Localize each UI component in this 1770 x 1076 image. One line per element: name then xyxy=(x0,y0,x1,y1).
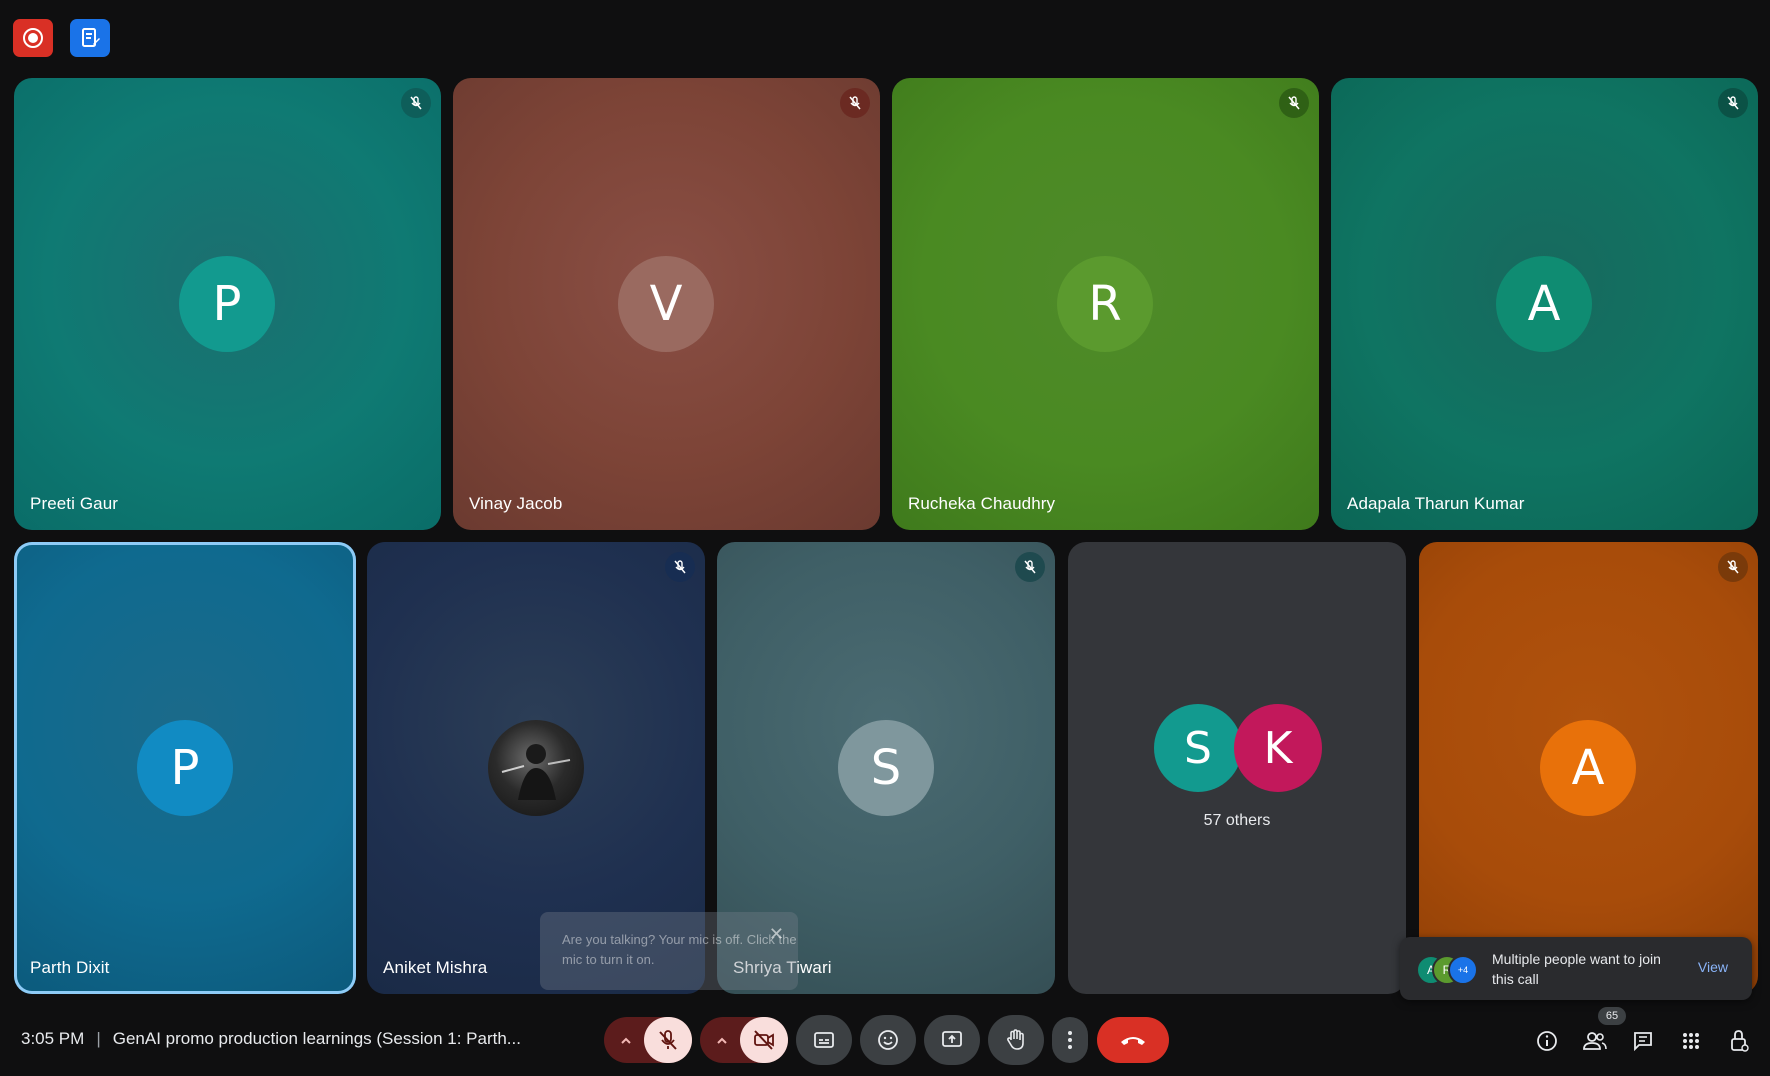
record-icon[interactable] xyxy=(13,19,53,57)
end-call-icon[interactable] xyxy=(1097,1017,1169,1063)
participant-name: Rucheka Chaudhry xyxy=(908,494,1056,513)
separator: | xyxy=(96,1029,101,1048)
top-bar xyxy=(0,0,1770,75)
mic-off-icon xyxy=(1718,552,1748,582)
avatar: +4 xyxy=(1448,955,1478,985)
mic-off-icon[interactable] xyxy=(644,1017,692,1063)
view-button[interactable]: View xyxy=(1698,959,1728,975)
toast-message: Multiple people want to join this call xyxy=(1492,951,1661,987)
others-count: 57 others xyxy=(1203,812,1271,829)
activities-grid-icon[interactable] xyxy=(1675,1025,1707,1057)
meeting-time: 3:05 PM xyxy=(21,1029,85,1048)
avatar: A xyxy=(1496,256,1592,352)
people-count-badge: 65 xyxy=(1598,1007,1626,1025)
captions-icon[interactable] xyxy=(796,1015,852,1065)
participant-tile[interactable]: V Vinay Jacob xyxy=(453,78,880,530)
avatar: S xyxy=(1154,704,1242,792)
mic-off-tooltip: Are you talking? Your mic is off. Click … xyxy=(540,912,798,990)
participant-tile[interactable]: R Rucheka Chaudhry xyxy=(892,78,1319,530)
join-request-toast: A R +4 Multiple people want to join this… xyxy=(1400,937,1752,1000)
people-icon[interactable] xyxy=(1579,1025,1611,1057)
mic-off-icon xyxy=(1718,88,1748,118)
emoji-icon[interactable] xyxy=(860,1015,916,1065)
more-options-icon[interactable] xyxy=(1052,1017,1088,1063)
meeting-info-icon[interactable] xyxy=(1531,1025,1563,1057)
host-controls-lock-icon[interactable] xyxy=(1723,1025,1755,1057)
notes-icon[interactable] xyxy=(70,19,110,57)
avatar-photo xyxy=(488,720,584,816)
participant-name: Adapala Tharun Kumar xyxy=(1347,494,1525,513)
mic-off-icon xyxy=(840,88,870,118)
participant-name: Vinay Jacob xyxy=(469,494,563,513)
participant-name: Parth Dixit xyxy=(30,958,110,977)
raise-hand-icon[interactable] xyxy=(988,1015,1044,1065)
mic-off-icon xyxy=(1015,552,1045,582)
avatar: S xyxy=(838,720,934,816)
participant-name: Preeti Gaur xyxy=(30,494,119,513)
participant-tile[interactable]: A Adapala Tharun Kumar xyxy=(1331,78,1758,530)
avatar: P xyxy=(137,720,233,816)
mic-off-icon xyxy=(401,88,431,118)
mic-off-icon xyxy=(1279,88,1309,118)
participant-tile[interactable]: A xyxy=(1419,542,1758,994)
meeting-title: GenAI promo production learnings (Sessio… xyxy=(112,1029,521,1048)
participant-tile-self[interactable]: P Parth Dixit xyxy=(14,542,356,994)
others-tile[interactable]: S K 57 others xyxy=(1068,542,1406,994)
participant-name: Aniket Mishra xyxy=(383,958,488,977)
camera-options-chevron[interactable] xyxy=(702,1017,742,1063)
chat-icon[interactable] xyxy=(1627,1025,1659,1057)
avatar: A xyxy=(1540,720,1636,816)
camera-off-icon[interactable] xyxy=(740,1017,788,1063)
avatar: V xyxy=(618,256,714,352)
participant-tile[interactable]: P Preeti Gaur xyxy=(14,78,441,530)
meeting-info: 3:05 PM | GenAI promo production learnings… xyxy=(21,1029,521,1049)
avatar: P xyxy=(179,256,275,352)
close-icon[interactable]: ✕ xyxy=(769,924,784,944)
avatar: K xyxy=(1234,704,1322,792)
requester-avatars: A R +4 xyxy=(1416,955,1486,985)
mic-options-chevron[interactable] xyxy=(606,1017,646,1063)
present-icon[interactable] xyxy=(924,1015,980,1065)
tooltip-text: Are you talking? Your mic is off. Click … xyxy=(562,932,797,967)
avatar: R xyxy=(1057,256,1153,352)
mic-off-icon xyxy=(665,552,695,582)
